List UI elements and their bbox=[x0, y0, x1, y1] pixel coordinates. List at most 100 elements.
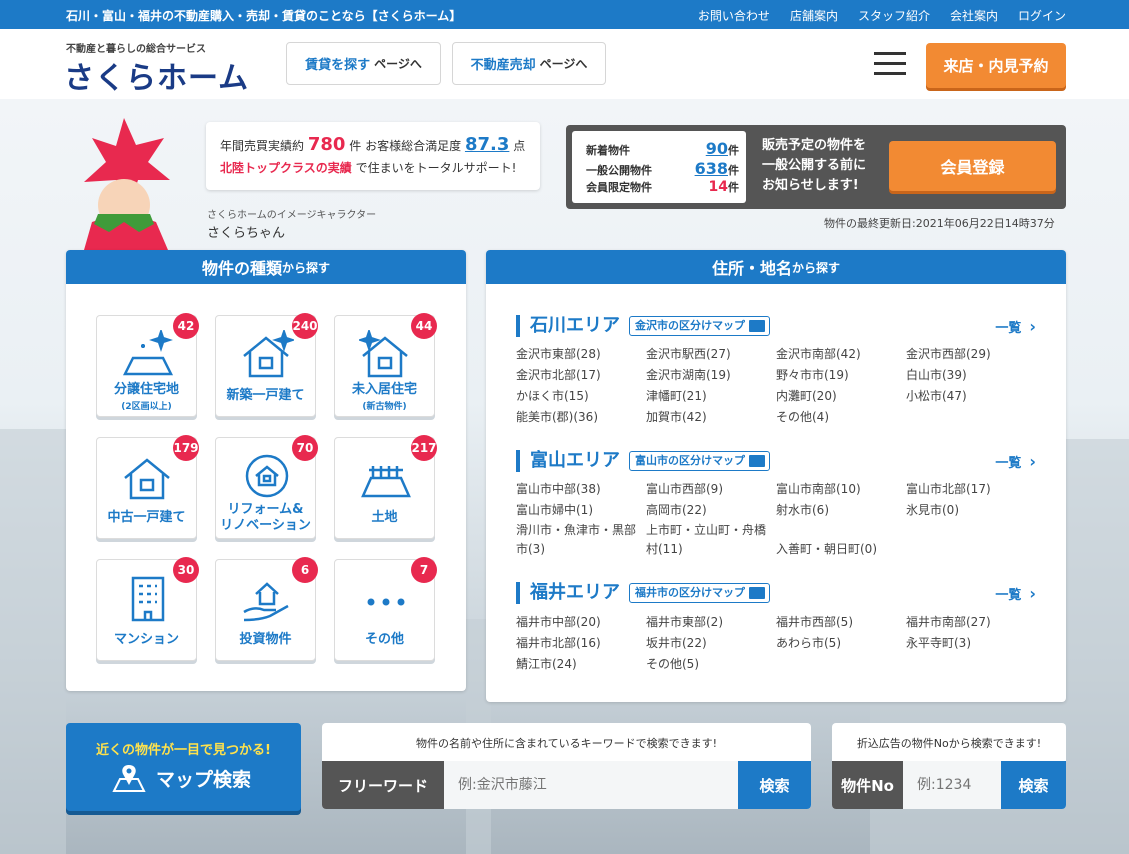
type-card-subdivision[interactable]: 42 分譲住宅地 (2区画以上) bbox=[96, 313, 199, 417]
staff-link[interactable]: スタッフ紹介 bbox=[858, 7, 930, 24]
header: 不動産と暮らしの総合サービス さくらホーム 賃貸を探す ページへ 不動産売却 ページ… bbox=[0, 29, 1129, 99]
member-msg-line: 一般公開する前に bbox=[762, 158, 867, 173]
propno-hint: 折込広告の物件Noから検索できます! bbox=[856, 737, 1042, 750]
city-link[interactable]: 金沢市西部(29) bbox=[906, 344, 1036, 365]
freeword-input[interactable] bbox=[444, 761, 738, 809]
count-badge: 44 bbox=[411, 313, 437, 339]
count-label: 会員限定物件 bbox=[586, 181, 652, 194]
type-card-renovation[interactable]: 70 リフォーム& リノベーション bbox=[215, 435, 318, 539]
city-link[interactable]: 富山市西部(9) bbox=[646, 479, 776, 500]
city-link[interactable]: 金沢市北部(17) bbox=[516, 365, 646, 386]
type-label: 分譲住宅地 bbox=[113, 382, 179, 397]
map-search-label: マップ検索 bbox=[156, 769, 252, 791]
used-house-icon bbox=[124, 458, 170, 500]
city-link[interactable]: 福井市北部(16) bbox=[516, 633, 646, 654]
city-link[interactable]: その他(5) bbox=[646, 654, 776, 675]
city-link[interactable]: 小松市(47) bbox=[906, 386, 1036, 407]
city-link[interactable]: 福井市東部(2) bbox=[646, 612, 776, 633]
sell-label: 不動産売却 bbox=[470, 58, 536, 73]
city-link[interactable]: 能美市(郡)(36) bbox=[516, 407, 646, 428]
rent-page-button[interactable]: 賃貸を探す ページへ bbox=[286, 42, 441, 85]
area-head-small: から探す bbox=[792, 260, 841, 275]
city-link[interactable]: 富山市中部(38) bbox=[516, 479, 646, 500]
city-link[interactable]: 福井市西部(5) bbox=[776, 612, 906, 633]
ishikawa-map-button[interactable]: 金沢市の区分けマップ bbox=[629, 316, 770, 336]
propno-input[interactable] bbox=[903, 761, 1001, 809]
count-badge: 6 bbox=[292, 557, 318, 583]
city-link[interactable]: 金沢市湖南(19) bbox=[646, 365, 776, 386]
city-link[interactable]: 富山市婦中(1) bbox=[516, 500, 646, 521]
city-link[interactable]: 入善町・朝日町(0) bbox=[776, 540, 906, 559]
count-badge: 70 bbox=[292, 435, 318, 461]
freeword-search-button[interactable]: 検索 bbox=[738, 761, 811, 809]
type-label: マンション bbox=[113, 632, 179, 647]
type-card-other[interactable]: 7 その他 bbox=[334, 557, 437, 661]
city-link[interactable]: 金沢市東部(28) bbox=[516, 344, 646, 365]
type-card-investment[interactable]: 6 投資物件 bbox=[215, 557, 318, 661]
count-row-members: 会員限定物件 14 件 bbox=[586, 179, 746, 199]
company-link[interactable]: 会社案内 bbox=[950, 7, 998, 24]
type-card-used-house[interactable]: 179 中古一戸建て bbox=[96, 435, 199, 539]
toyama-map-button[interactable]: 富山市の区分けマップ bbox=[629, 451, 770, 471]
type-card-unoccupied[interactable]: 44 未入居住宅 (新古物件) bbox=[334, 313, 437, 417]
contact-link[interactable]: お問い合わせ bbox=[698, 7, 770, 24]
stores-link[interactable]: 店舗案内 bbox=[790, 7, 838, 24]
count-label: 新着物件 bbox=[586, 144, 630, 157]
city-link[interactable]: 富山市南部(10) bbox=[776, 479, 906, 500]
city-link[interactable]: 鯖江市(24) bbox=[516, 654, 646, 675]
map-button-label: 金沢市の区分けマップ bbox=[635, 319, 745, 332]
city-link[interactable]: 富山市北部(17) bbox=[906, 479, 1036, 500]
type-label: リフォーム& bbox=[227, 502, 304, 517]
sell-sub: ページへ bbox=[539, 57, 588, 71]
fukui-list-link[interactable]: 一覧 › bbox=[995, 584, 1036, 603]
count-value[interactable]: 638 bbox=[678, 159, 728, 178]
city-link[interactable]: 上市町・立山町・舟橋村(11) bbox=[646, 521, 776, 559]
propno-search-button[interactable]: 検索 bbox=[1001, 761, 1066, 809]
count-badge: 7 bbox=[411, 557, 437, 583]
city-link[interactable]: 金沢市南部(42) bbox=[776, 344, 906, 365]
type-label: 中古一戸建て bbox=[107, 510, 186, 525]
satisfaction-value[interactable]: 87.3 bbox=[465, 134, 509, 155]
city-link[interactable]: 福井市中部(20) bbox=[516, 612, 646, 633]
city-link[interactable]: かほく市(15) bbox=[516, 386, 646, 407]
city-link[interactable]: 氷見市(0) bbox=[906, 500, 1036, 521]
type-card-land[interactable]: 217 土地 bbox=[334, 435, 437, 539]
city-link[interactable]: 内灘町(20) bbox=[776, 386, 906, 407]
city-link[interactable]: 滑川市・魚津市・黒部市(3) bbox=[516, 521, 646, 559]
city-link[interactable]: 津幡町(21) bbox=[646, 386, 776, 407]
count-value[interactable]: 90 bbox=[678, 139, 728, 158]
sales-value: 780 bbox=[307, 134, 346, 155]
city-link[interactable]: その他(4) bbox=[776, 407, 906, 428]
new-house-icon bbox=[243, 330, 294, 378]
login-link[interactable]: ログイン bbox=[1018, 7, 1066, 24]
list-label: 一覧 bbox=[995, 588, 1022, 603]
type-label: その他 bbox=[364, 632, 404, 647]
ishikawa-list-link[interactable]: 一覧 › bbox=[995, 317, 1036, 336]
renovation-icon bbox=[245, 454, 289, 498]
character-caption: さくらホームのイメージキャラクター bbox=[207, 210, 377, 221]
map-button-label: 福井市の区分けマップ bbox=[635, 586, 745, 599]
count-value: 14 bbox=[708, 179, 728, 195]
city-link[interactable]: 射水市(6) bbox=[776, 500, 906, 521]
top-bar: 石川・富山・福井の不動産購入・売却・賃貸のことなら【さくらホーム】 お問い合わせ… bbox=[0, 0, 1129, 29]
hamburger-menu-icon[interactable] bbox=[874, 52, 906, 76]
city-link[interactable]: 金沢市駅西(27) bbox=[646, 344, 776, 365]
toyama-list-link[interactable]: 一覧 › bbox=[995, 452, 1036, 471]
member-register-button[interactable]: 会員登録 bbox=[889, 141, 1056, 191]
city-link[interactable]: 永平寺町(3) bbox=[906, 633, 1036, 654]
sell-page-button[interactable]: 不動産売却 ページへ bbox=[452, 42, 606, 85]
reserve-button[interactable]: 来店・内見予約 bbox=[926, 43, 1066, 88]
city-link[interactable]: 白山市(39) bbox=[906, 365, 1036, 386]
map-search-button[interactable]: 近くの物件が一目で見つかる! マップ検索 bbox=[66, 723, 301, 811]
map-pin-icon bbox=[112, 765, 146, 792]
fukui-map-button[interactable]: 福井市の区分けマップ bbox=[629, 583, 770, 603]
city-link[interactable]: 坂井市(22) bbox=[646, 633, 776, 654]
logo[interactable]: さくらホーム bbox=[64, 53, 249, 97]
city-link[interactable]: あわら市(5) bbox=[776, 633, 906, 654]
type-card-mansion[interactable]: 30 マンション bbox=[96, 557, 199, 661]
city-link[interactable]: 福井市南部(27) bbox=[906, 612, 1036, 633]
type-card-new-house[interactable]: 240 新築一戸建て bbox=[215, 313, 318, 417]
city-link[interactable]: 高岡市(22) bbox=[646, 500, 776, 521]
city-link[interactable]: 加賀市(42) bbox=[646, 407, 776, 428]
city-link[interactable]: 野々市市(19) bbox=[776, 365, 906, 386]
